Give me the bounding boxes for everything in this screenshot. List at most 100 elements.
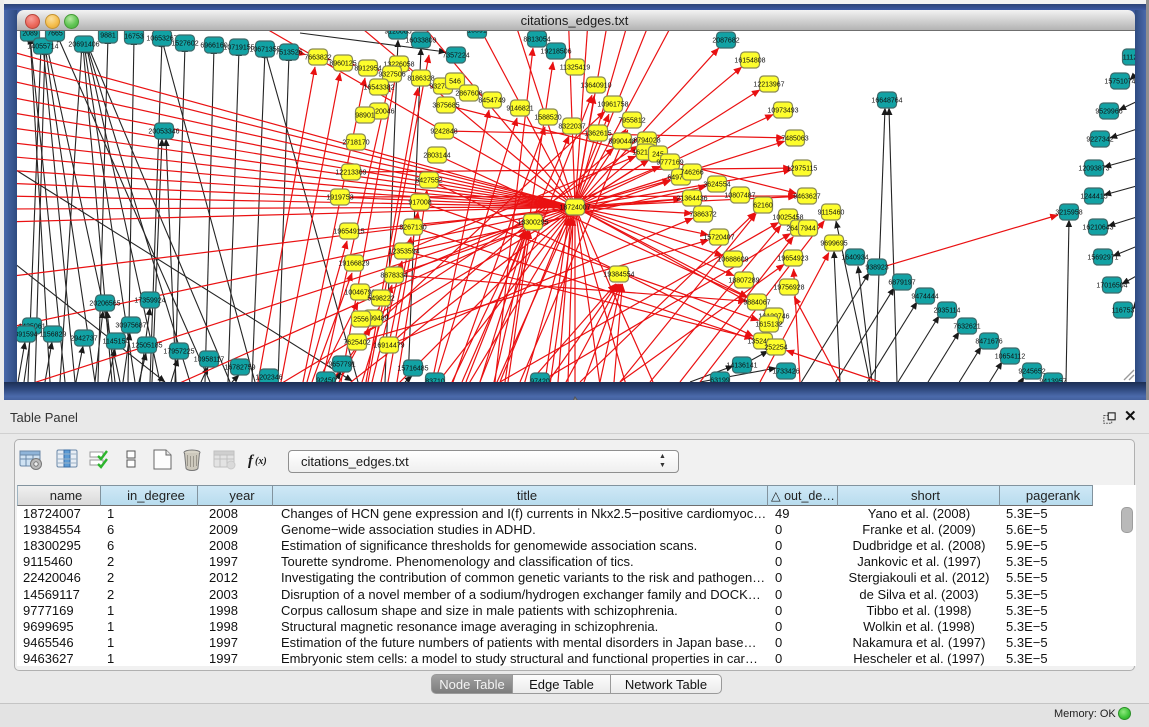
svg-text:15751074: 15751074 (1104, 79, 1135, 86)
svg-text:20206565: 20206565 (89, 301, 120, 308)
svg-text:16753: 16753 (124, 34, 144, 41)
svg-text:5498222: 5498222 (367, 296, 394, 303)
svg-text:8427552: 8427552 (415, 178, 442, 185)
svg-text:1527602: 1527602 (171, 41, 198, 48)
svg-text:15692971: 15692971 (1087, 255, 1118, 262)
svg-text:18724007: 18724007 (559, 205, 590, 212)
svg-text:97420: 97420 (530, 379, 550, 383)
svg-text:83710: 83710 (425, 379, 445, 383)
svg-text:12505185: 12505185 (131, 343, 162, 350)
svg-text:21364436: 21364436 (676, 196, 707, 203)
svg-text:9529966: 9529966 (1095, 109, 1122, 116)
svg-text:63199: 63199 (710, 378, 730, 383)
svg-text:1919753: 1919753 (326, 195, 353, 202)
svg-text:14055714: 14055714 (27, 44, 58, 51)
svg-text:2556: 2556 (353, 317, 369, 324)
svg-text:8813054: 8813054 (523, 37, 550, 44)
svg-text:17359924: 17359924 (134, 298, 165, 305)
svg-text:9463627: 9463627 (793, 194, 820, 201)
svg-text:15716485: 15716485 (397, 366, 428, 373)
svg-text:16210643: 16210643 (1082, 225, 1113, 232)
svg-text:2718170: 2718170 (342, 140, 369, 147)
svg-text:12353594: 12353594 (388, 249, 419, 256)
svg-text:10591: 10591 (467, 31, 487, 35)
svg-text:7944: 7944 (800, 226, 816, 233)
svg-text:8267130: 8267130 (399, 225, 426, 232)
svg-text:1156829: 1156829 (40, 332, 67, 339)
svg-text:92450: 92450 (316, 378, 336, 383)
svg-text:8960125: 8960125 (329, 61, 356, 68)
svg-text:116753: 116753 (1112, 308, 1135, 315)
svg-text:9227342: 9227342 (1086, 137, 1113, 144)
svg-text:19166829: 19166829 (338, 261, 369, 268)
svg-text:19756928: 19756928 (773, 285, 804, 292)
svg-text:8990448: 8990448 (608, 139, 635, 146)
svg-text:2087682: 2087682 (712, 38, 739, 45)
svg-text:2089: 2089 (22, 31, 38, 38)
svg-text:7665: 7665 (47, 31, 63, 38)
svg-text:1244415: 1244415 (1080, 194, 1107, 201)
svg-text:10654112: 10654112 (995, 354, 1026, 361)
svg-text:9120085: 9120085 (384, 31, 411, 36)
svg-text:(x): (x) (255, 456, 267, 467)
svg-text:16033809: 16033809 (405, 38, 436, 45)
svg-text:1733426: 1733426 (772, 369, 799, 376)
svg-text:12213967: 12213967 (753, 82, 784, 89)
svg-text:19384554: 19384554 (603, 272, 634, 279)
svg-text:10807487: 10807487 (724, 193, 755, 200)
svg-text:7955812: 7955812 (618, 118, 645, 125)
svg-text:9115460: 9115460 (818, 210, 845, 217)
svg-text:391594: 391594 (17, 332, 38, 339)
svg-text:13640910: 13640910 (580, 83, 611, 90)
svg-text:16648764: 16648764 (871, 98, 902, 105)
svg-text:9881: 9881 (100, 33, 116, 40)
svg-text:16914479: 16914479 (373, 343, 404, 350)
svg-text:9245652: 9245652 (1018, 369, 1045, 376)
svg-text:1362615: 1362615 (584, 131, 611, 138)
svg-text:10688609: 10688609 (717, 257, 748, 264)
svg-text:9413957: 9413957 (1039, 379, 1066, 383)
svg-text:8186328: 8186328 (407, 76, 434, 83)
svg-text:938923: 938923 (865, 265, 888, 272)
svg-text:14136141: 14136141 (726, 363, 757, 370)
svg-text:8322037: 8322037 (558, 124, 585, 131)
svg-text:746266: 746266 (680, 170, 703, 177)
svg-text:9777169: 9777169 (656, 160, 683, 167)
svg-text:12213369: 12213369 (335, 170, 366, 177)
svg-text:10958117: 10958117 (194, 357, 225, 364)
svg-text:16543382: 16543382 (363, 85, 394, 92)
svg-text:7513526: 7513526 (275, 50, 302, 57)
svg-text:3215958: 3215958 (1055, 210, 1082, 217)
svg-text:17957225: 17957225 (163, 349, 194, 356)
svg-text:6879197: 6879197 (888, 280, 915, 287)
svg-text:2942737: 2942737 (70, 336, 97, 343)
svg-text:3875685: 3875685 (432, 103, 459, 110)
svg-text:2935114: 2935114 (934, 308, 961, 315)
svg-text:12975115: 12975115 (787, 166, 818, 173)
svg-text:9146821: 9146821 (506, 106, 533, 113)
svg-text:8471676: 8471676 (975, 339, 1002, 346)
svg-text:18807289: 18807289 (728, 278, 759, 285)
svg-text:7357224: 7357224 (442, 53, 469, 60)
svg-text:16782759: 16782759 (224, 365, 255, 372)
svg-text:546: 546 (449, 79, 461, 86)
svg-text:9884067: 9884067 (743, 300, 770, 307)
svg-text:62160: 62160 (753, 203, 773, 210)
svg-text:9474444: 9474444 (911, 294, 938, 301)
svg-text:f: f (248, 453, 255, 469)
svg-text:9657791: 9657791 (328, 362, 355, 369)
svg-text:10973493: 10973493 (767, 108, 798, 115)
svg-text:17016504: 17016504 (1096, 283, 1127, 290)
svg-text:9699695: 9699695 (820, 241, 847, 248)
svg-text:1145154: 1145154 (103, 339, 130, 346)
svg-text:9242848: 9242848 (430, 129, 457, 136)
svg-text:16154808: 16154808 (734, 58, 765, 65)
svg-text:1615132: 1615132 (755, 322, 782, 329)
svg-text:15720407: 15720407 (703, 235, 734, 242)
svg-text:3624554: 3624554 (703, 182, 730, 189)
svg-text:7625402: 7625402 (343, 340, 370, 347)
svg-text:11325419: 11325419 (560, 65, 591, 72)
svg-text:19218506: 19218506 (540, 49, 571, 56)
svg-text:98901: 98901 (355, 113, 375, 120)
svg-text:8454749: 8454749 (478, 98, 505, 105)
